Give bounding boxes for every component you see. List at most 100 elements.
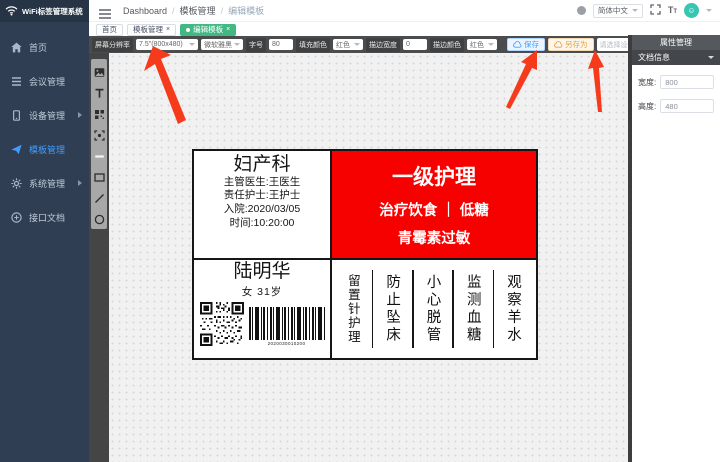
breadcrumb-separator: / [172, 5, 175, 16]
template-icon [11, 144, 22, 155]
barcode-bars [248, 306, 325, 340]
cloud-icon [513, 41, 522, 48]
app-window: WiFi标签管理系统 首页 会议管理 设备管理 模板管理 系统管理 接口文档 D… [0, 0, 720, 462]
patient-name[interactable]: 陆明华 [194, 261, 330, 283]
properties-panel-title: 属性管理 [632, 35, 720, 50]
tab-edit-template[interactable]: 编辑模板 × [180, 23, 237, 36]
care-item-column[interactable]: 监测血糖 [463, 274, 484, 344]
care-item-column[interactable]: 观察羊水 [503, 274, 524, 344]
barcode[interactable]: 2020030010200 [248, 306, 325, 346]
chevron-down-icon [488, 43, 494, 46]
rect-icon[interactable] [93, 170, 105, 182]
chevron-down-icon [631, 9, 638, 12]
breadcrumb-separator: / [220, 5, 224, 16]
font-family-value: 微软雅黑 [204, 41, 232, 49]
sidebar-item-templates[interactable]: 模板管理 [0, 132, 89, 166]
sidebar-item-label: 会议管理 [29, 76, 66, 87]
patient-block[interactable]: 陆明华 女 31岁 2020030010200 [194, 260, 332, 358]
tab-template-manage[interactable]: 模板管理 × [127, 23, 177, 36]
width-input[interactable]: 800 [660, 75, 714, 89]
close-icon[interactable]: × [166, 26, 170, 33]
qr-code[interactable] [199, 301, 244, 346]
care-level-block[interactable]: 一级护理 治疗饮食 ｜ 低糖 青霉素过敏 [332, 151, 536, 260]
font-size-input[interactable]: 80 [269, 39, 293, 50]
time-line[interactable]: 时间:10:20:00 [194, 217, 330, 231]
sidebar: WiFi标签管理系统 首页 会议管理 设备管理 模板管理 系统管理 接口文档 [0, 0, 89, 462]
doctor-line[interactable]: 主管医生:王医生 [194, 176, 330, 190]
resolution-label: 屏幕分辨率 [92, 37, 133, 52]
fullscreen-icon[interactable] [650, 2, 661, 20]
design-canvas[interactable]: 妇产科 主管医生:王医生 责任护士:王护士 入院:2020/03/05 时间:1… [109, 53, 628, 462]
fill-color-select[interactable]: 红色 [333, 39, 363, 50]
save-as-button[interactable]: 另存为 [548, 38, 594, 51]
sidebar-item-label: 模板管理 [29, 144, 66, 155]
sidebar-item-label: 首页 [29, 42, 48, 53]
wifi-logo-icon [5, 5, 18, 18]
allergy-line[interactable]: 青霉素过敏 [332, 227, 536, 248]
stroke-width-label: 描边宽度 [366, 37, 400, 52]
font-size-label: 字号 [246, 37, 266, 52]
sidebar-item-devices[interactable]: 设备管理 [0, 98, 89, 132]
font-family-select[interactable]: 微软雅黑 [201, 39, 243, 50]
width-row: 宽度: 800 [632, 75, 720, 89]
label-template[interactable]: 妇产科 主管医生:王医生 责任护士:王护士 入院:2020/03/05 时间:1… [192, 149, 538, 360]
diet-line[interactable]: 治疗饮食 ｜ 低糖 [332, 199, 536, 220]
stroke-width-input[interactable]: 0 [403, 39, 427, 50]
care-items-block[interactable]: 留置针护理 防止坠床 小心脱管 监测血糖 观察羊水 [332, 260, 536, 358]
document-info-section-header[interactable]: 文档信息 [632, 50, 720, 65]
sidebar-item-system[interactable]: 系统管理 [0, 166, 89, 200]
language-select[interactable]: 简体中文 [592, 3, 643, 18]
care-item-column[interactable]: 留置针护理 [344, 274, 363, 344]
height-input[interactable]: 480 [660, 99, 714, 113]
circle-icon[interactable] [94, 212, 105, 225]
stroke-color-select[interactable]: 红色 [467, 39, 497, 50]
avatar[interactable]: ☺ [684, 3, 699, 18]
shape-tool-strip [89, 53, 109, 462]
stroke-color-label: 描边颜色 [430, 37, 464, 52]
home-icon [11, 42, 22, 53]
scan-icon[interactable] [93, 128, 105, 141]
chevron-right-icon [78, 180, 82, 186]
chevron-right-icon [78, 112, 82, 118]
breadcrumb-item[interactable]: 模板管理 [180, 4, 216, 17]
qrcode-icon[interactable] [94, 107, 105, 119]
sidebar-item-label: 系统管理 [29, 178, 66, 189]
department-block[interactable]: 妇产科 主管医生:王医生 责任护士:王护士 入院:2020/03/05 时间:1… [194, 151, 332, 260]
save-label: 保存 [524, 40, 539, 49]
breadcrumb-item[interactable]: Dashboard [123, 6, 167, 16]
height-row: 高度: 480 [632, 99, 720, 113]
breadcrumb: Dashboard / 模板管理 / 编辑模板 [123, 4, 264, 17]
sidebar-item-label: 接口文档 [29, 212, 66, 223]
patient-meta[interactable]: 女 31岁 [194, 284, 330, 299]
care-level-title[interactable]: 一级护理 [332, 161, 536, 191]
hamburger-icon[interactable] [99, 6, 111, 19]
sidebar-item-api-docs[interactable]: 接口文档 [0, 200, 89, 234]
diagonal-icon[interactable] [94, 191, 105, 203]
department-title[interactable]: 妇产科 [194, 154, 330, 176]
breadcrumb-item-current: 编辑模板 [228, 6, 265, 16]
font-size-icon[interactable]: TT [668, 6, 677, 16]
close-icon[interactable]: × [226, 26, 230, 33]
care-item-column[interactable]: 小心脱管 [422, 274, 443, 344]
sidebar-item-home[interactable]: 首页 [0, 30, 89, 64]
app-title: WiFi标签管理系统 [22, 6, 83, 16]
chevron-down-icon [706, 9, 712, 12]
resolution-select[interactable]: 7.5"(800x480) [136, 39, 198, 50]
hline-icon[interactable] [94, 149, 105, 160]
shape-palette [91, 59, 107, 229]
system-icon [11, 177, 22, 189]
text-icon[interactable] [94, 86, 105, 98]
sidebar-menu: 首页 会议管理 设备管理 模板管理 系统管理 接口文档 [0, 22, 89, 234]
admission-line[interactable]: 入院:2020/03/05 [194, 203, 330, 217]
nurse-line[interactable]: 责任护士:王护士 [194, 189, 330, 203]
column-divider [371, 270, 374, 348]
sidebar-item-meetings[interactable]: 会议管理 [0, 64, 89, 98]
editor-toolbar: 屏幕分辨率 7.5"(800x480) 微软雅黑 字号 80 填充颜色 红色 描… [89, 36, 696, 53]
device-icon [11, 109, 22, 121]
image-icon[interactable] [94, 65, 105, 77]
meeting-icon [11, 76, 22, 87]
save-button[interactable]: 保存 [507, 38, 545, 51]
tab-home[interactable]: 首页 [96, 23, 123, 36]
care-item-column[interactable]: 防止坠床 [382, 274, 403, 344]
theme-icon[interactable] [576, 6, 586, 15]
